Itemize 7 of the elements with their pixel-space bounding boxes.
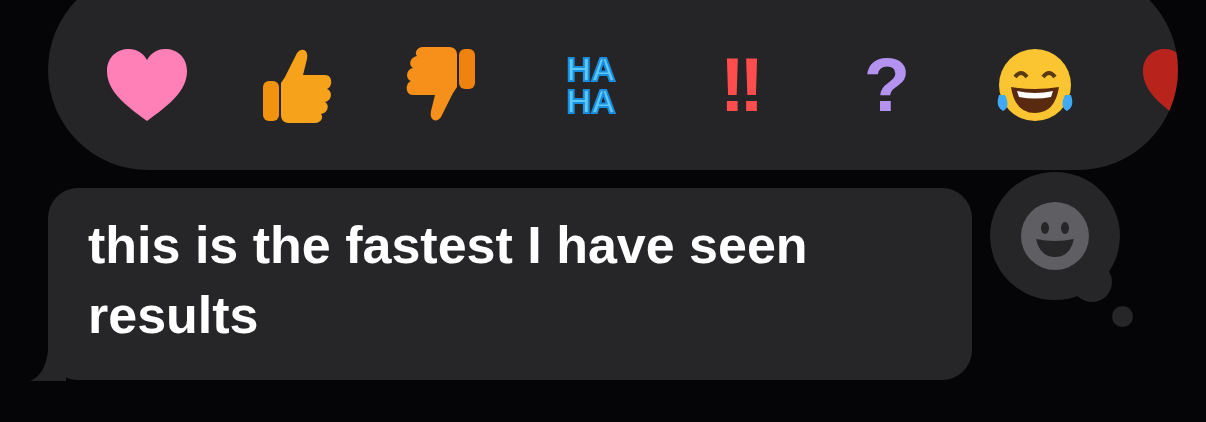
smiley-icon bbox=[1020, 201, 1090, 271]
exclamation-reaction[interactable]: !! bbox=[665, 30, 813, 140]
bubble-dot bbox=[1112, 306, 1133, 327]
haha-reaction[interactable]: HA HA bbox=[517, 30, 665, 140]
heart-icon bbox=[105, 47, 189, 123]
message-text: this is the fastest I have seen results bbox=[88, 215, 809, 346]
question-reaction[interactable]: ? bbox=[813, 30, 961, 140]
